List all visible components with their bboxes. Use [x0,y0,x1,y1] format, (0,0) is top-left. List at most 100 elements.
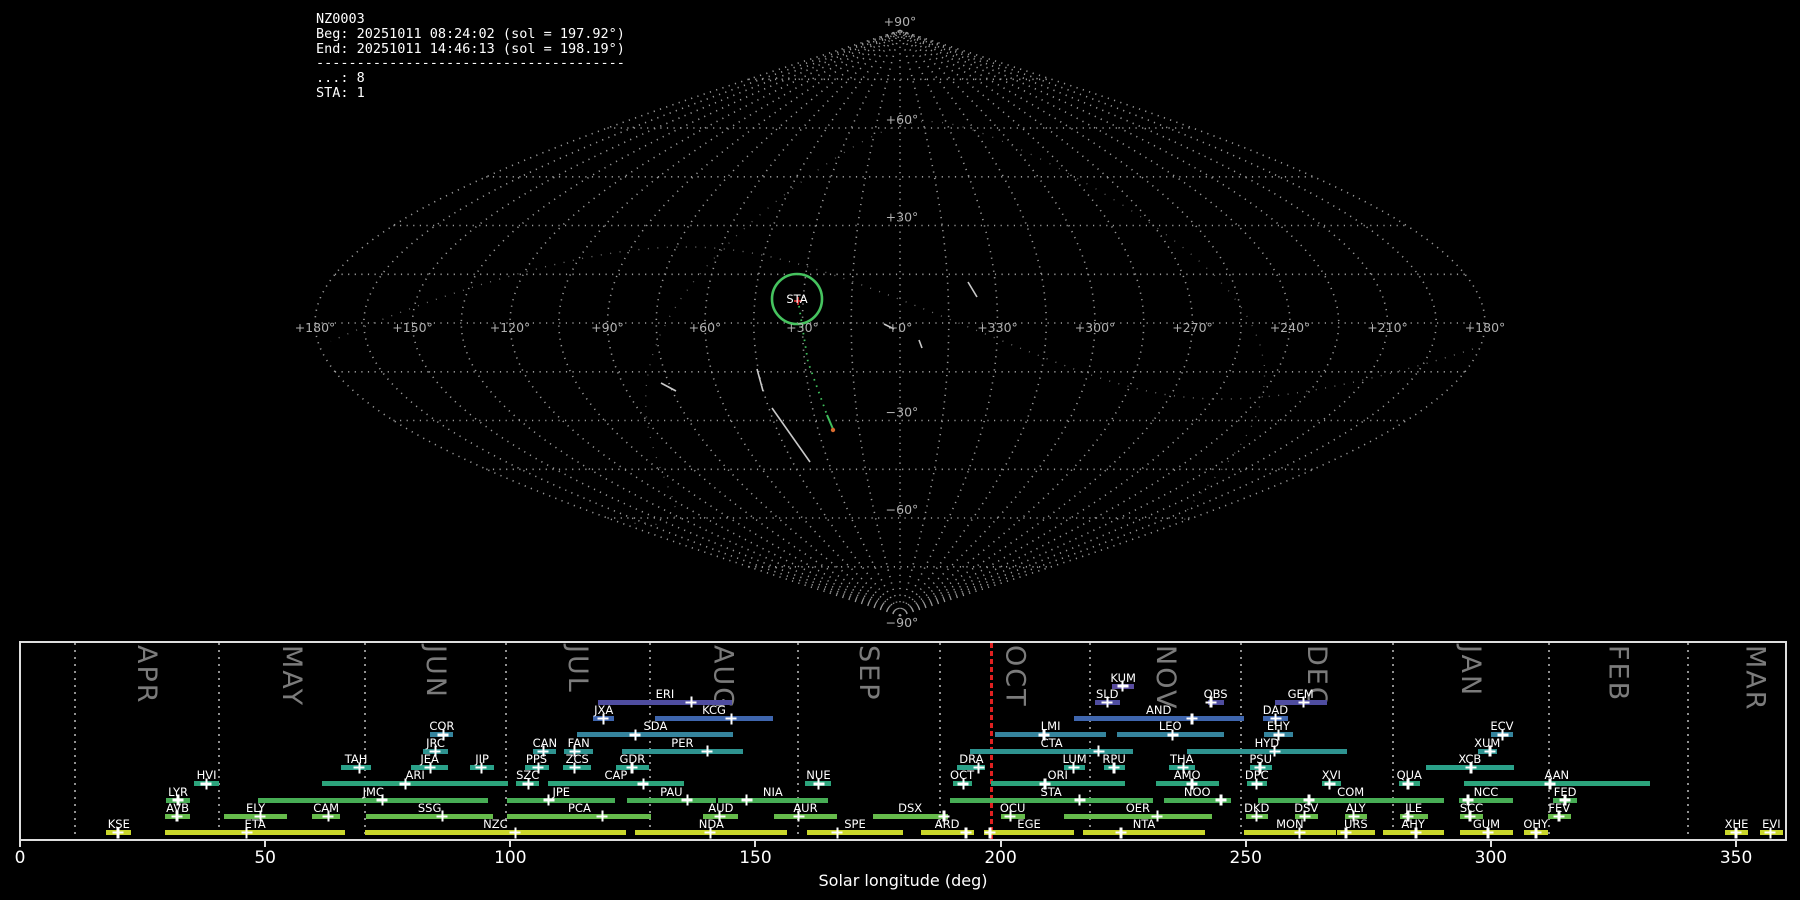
peak-marker-LEO [1167,729,1179,741]
peak-marker-AVB [171,810,183,822]
shower-label-NCC: NCC [1473,784,1499,799]
peak-marker-GUM [1482,827,1494,839]
x-tick-label: 50 [254,848,276,868]
peak-marker-GDR [626,762,638,773]
shower-label-STA: STA [1040,784,1062,799]
month-label: NOV [1149,645,1181,711]
month-label: JUL [561,645,593,694]
peak-marker-ETA [241,827,253,839]
x-tick [1244,841,1247,847]
shower-label-NOO: NOO [1183,784,1211,799]
peak-marker-EGE [984,827,996,839]
shower-label-PCA: PCA [568,800,591,815]
activity-timeline-chart: Solar longitude (deg) APR MAY JUN JUL AUG SEP… [0,0,1800,900]
month-label: JAN [1454,645,1486,698]
shower-label-PAU: PAU [660,784,683,799]
month-boundary-line [505,643,508,839]
app-window: STA +180° +150° +120° +90° +60° +30° +0° +330° +3… [0,0,1800,900]
month-boundary-line [648,643,651,839]
shower-label-NZC: NZC [483,817,508,832]
peak-marker-ERI [685,696,697,708]
peak-marker-HVI [200,778,212,790]
x-tick-label: 300 [1474,848,1508,868]
peak-marker-AUR [793,810,805,822]
shower-label-ERI: ERI [655,686,675,701]
shower-label-DSX: DSX [898,800,923,815]
current-sol-line [989,643,993,839]
month-label: APR [130,645,162,705]
x-tick [754,841,757,847]
shower-label-CAP: CAP [604,768,628,783]
month-boundary-line [364,643,367,839]
x-tick [1489,841,1492,847]
peak-marker-PAU [681,794,693,806]
month-boundary-line [1239,643,1242,839]
peak-marker-OCT [957,778,969,790]
peak-marker-SPE [831,827,843,839]
shower-label-KCG: KCG [702,703,726,718]
shower-label-NTA: NTA [1132,817,1156,832]
month-label: MAY [276,645,308,708]
peak-marker-ARI [399,778,411,790]
peak-marker-STA [1074,794,1086,806]
month-boundary-line [1687,643,1689,839]
shower-label-PER: PER [671,735,694,750]
x-tick-label: 350 [1719,848,1753,868]
shower-label-AND: AND [1146,703,1172,718]
shower-label-OER: OER [1125,800,1151,815]
peak-marker-CAP [637,778,649,790]
month-boundary-line [74,643,77,839]
month-label: MAR [1739,645,1771,712]
peak-marker-NZC [509,827,521,839]
x-tick-label: 0 [14,848,26,868]
month-label: JUN [419,645,451,699]
peak-marker-LUM [1068,762,1080,773]
peak-marker-GEM [1298,696,1310,708]
x-tick-label: 150 [739,848,772,868]
peak-marker-EVI [1764,827,1776,839]
shower-label-CTA: CTA [1040,735,1063,750]
peak-marker-OBS [1205,696,1217,708]
month-label: OCT [999,645,1031,708]
x-tick [264,841,267,847]
shower-label-ARD: ARD [934,817,960,832]
peak-marker-JXA [597,713,609,725]
peak-marker-QUA [1402,778,1414,790]
peak-marker-NOO [1215,794,1227,806]
peak-marker-KCG [725,713,737,725]
month-label: FEB [1602,645,1634,703]
peak-marker-DPC [1251,778,1263,790]
peak-marker-NUE [813,778,825,790]
peak-marker-RPU [1108,762,1120,773]
x-tick-label: 200 [984,848,1017,868]
shower-label-SDA: SDA [643,719,668,734]
peak-marker-TAH [353,762,365,773]
x-tick [1735,841,1738,847]
x-tick [999,841,1002,847]
month-boundary-line [218,643,221,839]
shower-label-JPE: JPE [552,784,571,799]
peak-marker-SSG [436,810,448,822]
peak-marker-XHE [1730,827,1742,839]
month-boundary-line [1391,643,1394,839]
peak-marker-DRA [973,762,985,773]
x-tick-label: 250 [1229,848,1262,868]
shower-label-SPE: SPE [844,817,866,832]
month-boundary-line [1089,643,1092,839]
peak-marker-XVI [1324,778,1336,790]
peak-marker-ZCS [569,762,581,773]
x-tick [509,841,512,847]
peak-marker-DKD [1251,810,1263,822]
peak-marker-SDA [629,729,641,741]
x-axis-title: Solar longitude (deg) [818,871,988,890]
peak-marker-OCU [1004,810,1016,822]
peak-marker-PER [701,745,713,757]
shower-label-ORI: ORI [1047,768,1068,783]
peak-marker-NDA [704,827,716,839]
peak-marker-AHY [1410,827,1422,839]
peak-marker-SZC [522,778,534,790]
peak-marker-CAM [322,810,334,822]
shower-label-COM: COM [1337,784,1365,799]
x-tick-label: 100 [494,848,527,868]
peak-marker-JEA [424,762,436,773]
